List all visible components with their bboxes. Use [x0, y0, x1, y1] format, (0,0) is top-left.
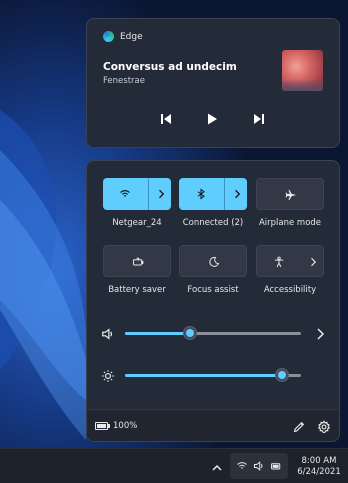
edge-icon [103, 31, 114, 42]
clock-time: 8:00 AM [301, 456, 337, 466]
brightness-slider-fill [125, 374, 282, 377]
tile-bluetooth[interactable] [179, 178, 247, 210]
clock[interactable]: 8:00 AM 6/24/2021 [292, 456, 346, 478]
wifi-expand-button[interactable] [148, 178, 172, 210]
tile-label-focus-assist: Focus assist [187, 285, 239, 295]
bluetooth-expand-button[interactable] [224, 178, 248, 210]
media-app-header: Edge [103, 31, 143, 42]
battery-icon [95, 422, 110, 430]
settings-button[interactable] [317, 419, 331, 434]
battery-status[interactable]: 100% [95, 421, 137, 431]
taskbar: 8:00 AM 6/24/2021 [0, 448, 348, 483]
next-icon [254, 114, 264, 124]
previous-icon [161, 114, 171, 124]
brightness-slider-row [101, 365, 327, 385]
tile-label-battery-saver: Battery saver [108, 285, 166, 295]
tile-label-accessibility: Accessibility [263, 285, 317, 295]
speaker-icon[interactable] [101, 326, 115, 340]
accessibility-expand-button[interactable] [301, 246, 325, 278]
edit-quick-settings-button[interactable] [292, 419, 306, 433]
battery-saver-icon [133, 257, 144, 266]
focus-assist-toggle[interactable] [180, 246, 248, 278]
tile-wifi[interactable] [103, 178, 171, 210]
chevron-up-icon [212, 464, 222, 471]
media-artist: Fenestrae [103, 76, 145, 86]
brightness-slider-thumb[interactable] [274, 368, 289, 382]
quick-settings-footer: 100% [87, 409, 339, 441]
volume-slider-thumb[interactable] [183, 326, 198, 340]
tile-label-airplane: Airplane mode [258, 218, 322, 228]
quick-settings-tray-button[interactable] [230, 453, 288, 479]
tile-battery-saver[interactable] [103, 245, 171, 277]
media-panel: Edge Conversus ad undecim Fenestrae [86, 18, 340, 148]
accessibility-toggle[interactable] [257, 246, 301, 278]
play-button[interactable] [204, 111, 220, 127]
volume-slider-row [101, 323, 327, 343]
clock-date: 6/24/2021 [297, 467, 341, 477]
battery-saver-toggle[interactable] [104, 246, 172, 278]
airplane-icon [285, 190, 297, 200]
previous-track-button[interactable] [158, 111, 174, 127]
battery-percentage: 100% [113, 421, 138, 431]
brightness-slider[interactable] [125, 368, 301, 382]
quick-settings-panel: Netgear_24 Connected (2) Airplane mode B… [86, 160, 340, 442]
sun-icon [101, 368, 115, 382]
bluetooth-icon [197, 188, 205, 200]
wifi-icon [120, 190, 130, 197]
chevron-right-icon [311, 257, 317, 267]
tile-airplane-mode[interactable] [256, 178, 324, 210]
speaker-icon [253, 461, 263, 471]
tile-label-wifi: Netgear_24 [112, 218, 162, 228]
gear-icon [317, 420, 331, 434]
play-icon [208, 113, 217, 125]
wifi-icon [237, 462, 248, 469]
accessibility-icon [274, 256, 284, 268]
tile-label-bluetooth: Connected (2) [182, 218, 244, 228]
album-art [282, 50, 323, 91]
volume-slider-fill [125, 332, 191, 335]
bluetooth-toggle[interactable] [179, 178, 223, 210]
chevron-right-icon [234, 189, 240, 199]
moon-icon [209, 256, 220, 267]
media-title: Conversus ad undecim [103, 61, 237, 73]
media-app-name: Edge [120, 31, 143, 42]
next-track-button[interactable] [251, 111, 267, 127]
show-hidden-icons-button[interactable] [211, 459, 223, 471]
pencil-icon [293, 421, 305, 433]
wifi-toggle[interactable] [103, 178, 147, 210]
airplane-toggle[interactable] [257, 179, 325, 211]
tile-accessibility[interactable] [256, 245, 324, 277]
tile-focus-assist[interactable] [179, 245, 247, 277]
chevron-right-icon [317, 328, 325, 340]
volume-output-button[interactable] [315, 326, 327, 340]
volume-slider[interactable] [125, 326, 301, 340]
chevron-right-icon [158, 189, 164, 199]
battery-icon [270, 463, 280, 470]
